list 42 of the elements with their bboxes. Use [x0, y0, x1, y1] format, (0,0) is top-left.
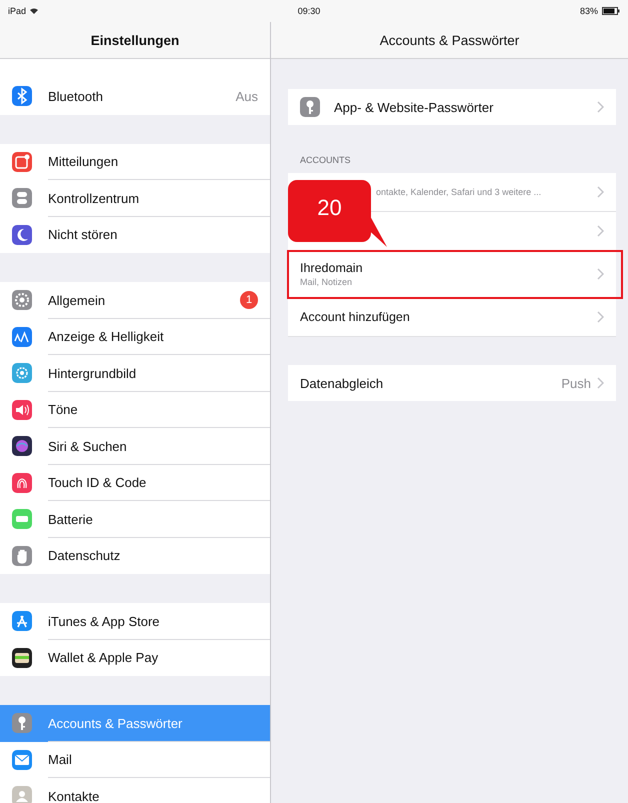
battery-icon: [602, 7, 620, 15]
settings-item[interactable]: Kontrollzentrum: [0, 180, 270, 216]
settings-item[interactable]: Siri & Suchen: [0, 428, 270, 464]
account-row[interactable]: Ihredomain Mail, Notizen: [288, 251, 622, 298]
settings-item[interactable]: Kontakte: [0, 778, 270, 803]
chevron-icon: [597, 311, 604, 323]
step-tooltip: 20: [288, 180, 371, 242]
chevron-icon: [597, 101, 604, 113]
setting-value: Aus: [236, 88, 258, 104]
settings-item[interactable]: Batterie: [0, 501, 270, 538]
account-title: Account hinzufügen: [300, 310, 411, 324]
settings-item[interactable]: Hintergrundbild: [0, 355, 270, 392]
account-row[interactable]: Account hinzufügen: [288, 298, 616, 337]
clock: 09:30: [298, 6, 320, 16]
account-title: Ihredomain: [300, 261, 364, 275]
chevron-icon: [597, 225, 604, 237]
settings-item[interactable]: Allgemein 1: [0, 282, 270, 318]
battery-percent: 83%: [580, 6, 598, 16]
settings-item[interactable]: Mail: [0, 742, 270, 778]
section-header: ACCOUNTS: [299, 154, 352, 167]
settings-item[interactable]: Datenschutz: [0, 538, 270, 574]
wifi-icon: [30, 8, 38, 14]
settings-item[interactable]: Wallet & Apple Pay: [0, 640, 270, 676]
settings-item[interactable]: Nicht stören: [0, 216, 270, 253]
settings-item[interactable]: Mitteilungen: [0, 144, 270, 180]
chevron-icon: [597, 186, 604, 198]
sync-row[interactable]: Datenabgleich Push: [288, 365, 616, 401]
page-title: Accounts & Passwörter: [380, 32, 520, 48]
chevron-icon: [597, 268, 604, 280]
settings-item[interactable]: iTunes & App Store: [0, 603, 270, 640]
notification-badge: 1: [240, 291, 258, 310]
account-subtitle: Mail, Notizen: [300, 277, 354, 287]
settings-item[interactable]: Anzeige & Helligkeit: [0, 318, 270, 355]
sidebar-title: Einstellungen: [90, 32, 180, 48]
account-subtitle: ontakte, Kalender, Safari und 3 weitere ...: [375, 187, 542, 197]
settings-item[interactable]: Töne: [0, 392, 270, 428]
chevron-icon: [597, 377, 604, 389]
settings-item[interactable]: Touch ID & Code: [0, 464, 270, 501]
settings-item[interactable]: Bluetooth Aus: [0, 78, 270, 114]
device-name: iPad: [8, 6, 26, 16]
sync-value: Push: [561, 376, 591, 390]
passwords-row[interactable]: App- & Website-Passwörter: [288, 89, 616, 125]
